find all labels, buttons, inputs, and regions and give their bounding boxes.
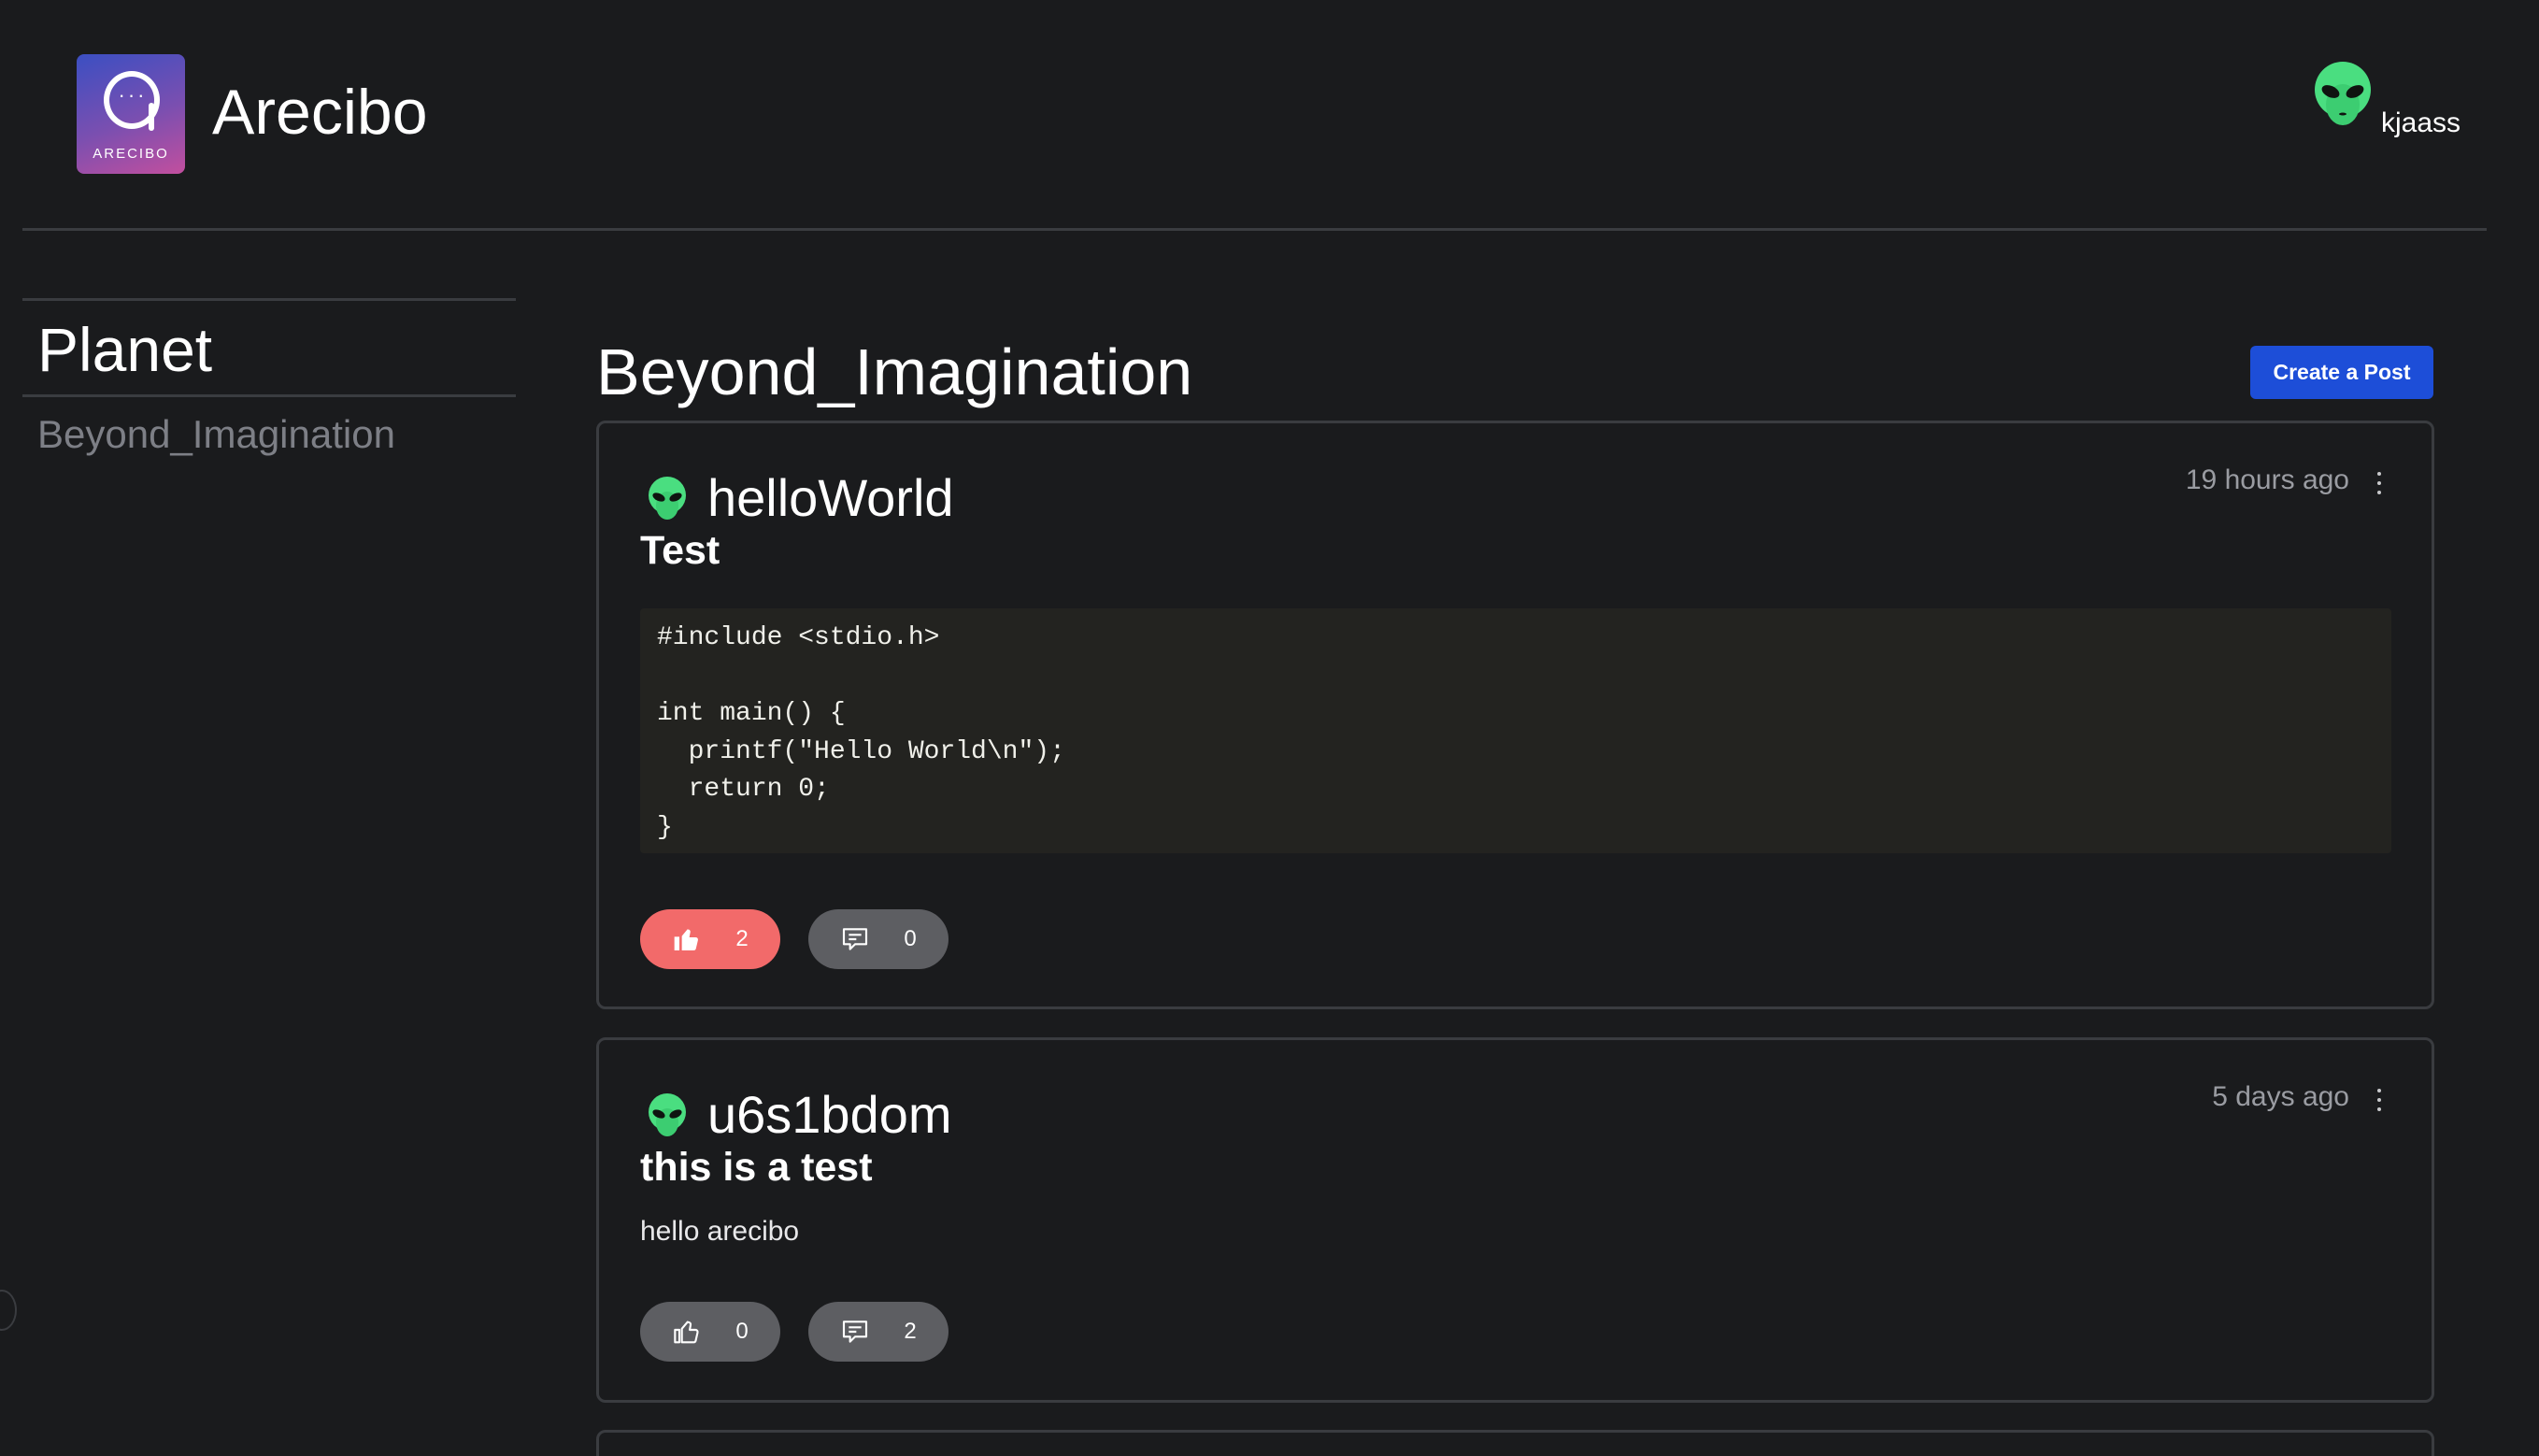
username[interactable]: kjaass [2381, 107, 2461, 139]
author-name[interactable]: helloWorld [707, 468, 954, 528]
post-actions: 0 2 [640, 1302, 949, 1362]
app-title[interactable]: Arecibo [212, 75, 428, 150]
like-button[interactable]: 2 [640, 909, 780, 969]
logo-dots: ··· [118, 83, 148, 107]
thumbs-up-icon [674, 929, 699, 950]
sidebar-toggle-handle[interactable] [0, 1290, 17, 1331]
post-card[interactable] [596, 1430, 2434, 1456]
comment-button[interactable]: 2 [808, 1302, 949, 1362]
kebab-menu-icon[interactable] [2377, 472, 2383, 496]
post-card[interactable]: helloWorld 19 hours ago Test #include <s… [596, 421, 2434, 1009]
comment-count: 2 [904, 1319, 917, 1344]
kebab-menu-icon[interactable] [2377, 1089, 2383, 1113]
logo-tail-icon [149, 103, 154, 131]
sidebar-title: Planet [37, 315, 213, 384]
alien-icon [649, 1093, 686, 1136]
arecibo-logo[interactable]: ··· ARECIBO [77, 54, 185, 174]
post-title[interactable]: Test [640, 528, 720, 574]
post-title[interactable]: this is a test [640, 1145, 873, 1191]
top-header: ··· ARECIBO Arecibo kjaass [22, 0, 2487, 231]
author-name[interactable]: u6s1bdom [707, 1085, 952, 1145]
post-time: 5 days ago [2212, 1081, 2349, 1112]
post-author: helloWorld [646, 468, 954, 528]
comment-icon [843, 1320, 868, 1343]
like-button[interactable]: 0 [640, 1302, 780, 1362]
post-body: hello arecibo [640, 1216, 800, 1247]
app-root: ··· ARECIBO Arecibo kjaass Planet Beyond… [0, 0, 2539, 1456]
create-post-button[interactable]: Create a Post [2250, 346, 2433, 399]
thumbs-up-icon [674, 1320, 699, 1344]
planet-sidebar: Planet Beyond_Imagination [22, 298, 516, 472]
code-block: #include <stdio.h> int main() { printf("… [640, 608, 2391, 853]
alien-icon[interactable] [2310, 58, 2375, 127]
post-card[interactable]: u6s1bdom 5 days ago this is a test hello… [596, 1037, 2434, 1403]
alien-icon [649, 477, 686, 520]
comment-icon [843, 928, 868, 950]
post-time: 19 hours ago [2185, 464, 2349, 495]
comment-count: 0 [904, 926, 917, 951]
like-count: 2 [735, 926, 749, 951]
like-count: 0 [735, 1319, 749, 1344]
post-author: u6s1bdom [646, 1085, 952, 1145]
sidebar-item-beyond-imagination[interactable]: Beyond_Imagination [22, 397, 516, 472]
comment-button[interactable]: 0 [808, 909, 949, 969]
post-actions: 2 0 [640, 909, 949, 969]
logo-text: ARECIBO [93, 146, 169, 162]
page-title: Beyond_Imagination [596, 335, 1193, 408]
